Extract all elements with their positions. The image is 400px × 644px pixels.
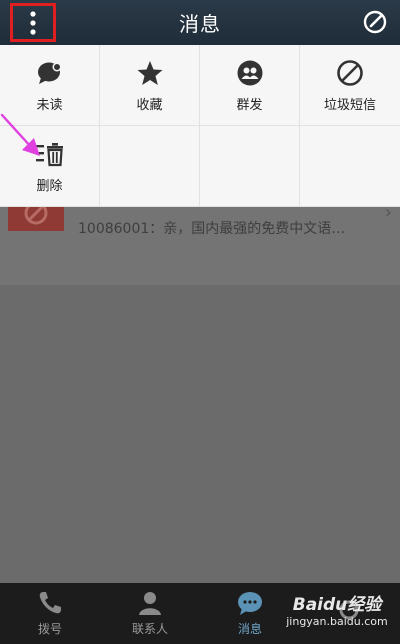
star-icon xyxy=(135,58,165,88)
menu-item-group-send[interactable]: 群发 xyxy=(200,45,300,126)
person-icon xyxy=(139,592,161,615)
nav-tab-contacts[interactable]: 联系人 xyxy=(100,583,200,644)
menu-empty-cell xyxy=(300,126,400,207)
menu-item-spam[interactable]: 垃圾短信 xyxy=(300,45,400,126)
nav-tab-dialer[interactable]: 拨号 xyxy=(0,583,100,644)
compose-button[interactable] xyxy=(362,9,388,35)
phone-icon xyxy=(39,592,61,614)
compose-icon xyxy=(363,10,387,34)
overflow-menu-popup: 未读 收藏 群发 垃圾短信 删除 xyxy=(0,45,400,207)
watermark-brand: Baidu经验 xyxy=(292,595,382,615)
menu-empty-cell xyxy=(200,126,300,207)
baidu-watermark: Baidu经验 jingyan.baidu.com xyxy=(282,590,392,640)
menu-item-label: 群发 xyxy=(236,97,263,113)
nav-label: 拨号 xyxy=(37,622,62,636)
message-preview: 10086001：亲，国内最强的免费中文语… xyxy=(78,221,346,237)
overflow-menu-button[interactable] xyxy=(10,3,56,42)
group-icon xyxy=(235,58,265,88)
menu-item-label: 删除 xyxy=(36,178,63,194)
top-bar: 消息 xyxy=(0,0,400,45)
blocked-icon xyxy=(335,58,365,88)
chat-bubble-icon xyxy=(238,592,262,615)
annotation-arrow-icon xyxy=(0,113,40,156)
nav-label: 消息 xyxy=(237,622,262,636)
page-title: 消息 xyxy=(179,12,221,36)
nav-label: 联系人 xyxy=(131,622,168,636)
vertical-dots-icon xyxy=(30,10,36,35)
menu-item-label: 垃圾短信 xyxy=(323,97,376,113)
menu-item-favorites[interactable]: 收藏 xyxy=(100,45,200,126)
chat-bubble-icon xyxy=(35,58,65,88)
menu-item-label: 收藏 xyxy=(136,97,163,113)
menu-empty-cell xyxy=(100,126,200,207)
watermark-url: jingyan.baidu.com xyxy=(286,615,388,628)
